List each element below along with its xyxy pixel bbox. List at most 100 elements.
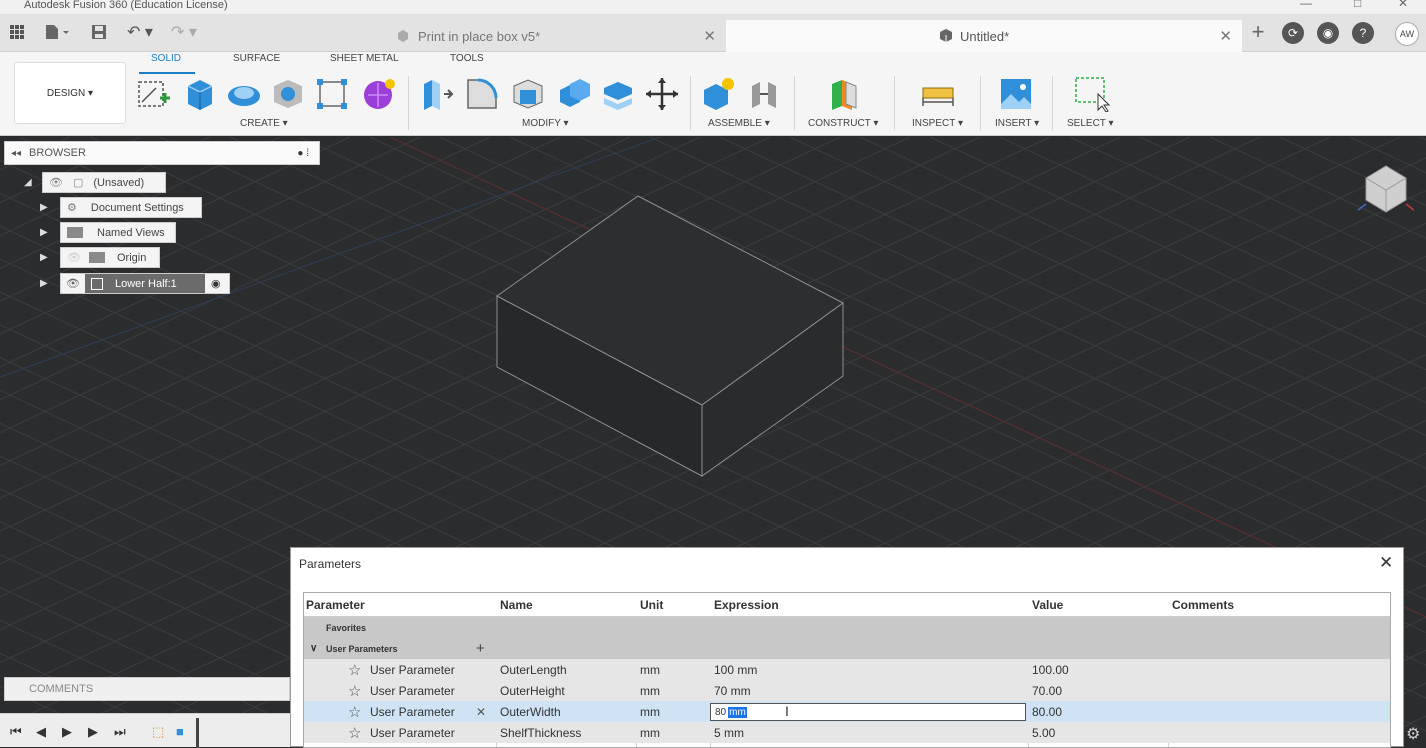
tab-solid[interactable]: SOLID xyxy=(151,53,181,64)
app-grid-icon[interactable] xyxy=(6,20,28,44)
expand-arrow-icon[interactable]: ▶ xyxy=(40,202,48,213)
timeline-marker[interactable] xyxy=(196,718,199,748)
collapse-browser-icon[interactable]: ◂◂ xyxy=(11,148,21,159)
visibility-eye-icon[interactable]: 👁 xyxy=(49,176,63,189)
visibility-eye-icon[interactable]: 👁 xyxy=(67,251,81,264)
go-to-start-icon[interactable]: ⏮ xyxy=(10,724,22,740)
offset-plane-icon[interactable] xyxy=(826,76,862,112)
notifications-icon[interactable]: ◉ xyxy=(1317,22,1339,44)
expand-arrow-icon[interactable]: ▶ xyxy=(40,278,48,289)
timeline-settings-gear-icon[interactable]: ⚙ xyxy=(1406,724,1420,744)
parameter-expression[interactable]: 5 mm xyxy=(714,722,744,743)
file-menu-icon[interactable] xyxy=(40,20,74,44)
tab-surface[interactable]: SURFACE xyxy=(233,53,280,64)
measure-icon[interactable] xyxy=(920,76,956,112)
browser-item-named-views[interactable]: Named Views xyxy=(60,222,176,243)
expand-arrow-icon[interactable]: ◢ xyxy=(24,177,32,188)
press-pull-icon[interactable] xyxy=(418,76,454,112)
tab-sheet-metal[interactable]: SHEET METAL xyxy=(330,53,399,64)
play-icon[interactable]: ▶ xyxy=(62,724,72,740)
parameter-unit[interactable]: mm xyxy=(640,680,660,701)
save-icon[interactable] xyxy=(88,20,110,44)
help-icon[interactable]: ? xyxy=(1352,22,1374,44)
close-window-icon[interactable]: ✕ xyxy=(1398,0,1408,9)
revolve-icon[interactable] xyxy=(226,76,262,112)
comments-panel[interactable]: COMMENTS xyxy=(4,677,290,701)
browser-root-item[interactable]: 👁 ▢ (Unsaved) xyxy=(42,172,166,193)
construct-group-label[interactable]: CONSTRUCT ▾ xyxy=(808,118,878,129)
tab-tools[interactable]: TOOLS xyxy=(450,53,484,64)
table-row[interactable]: ☆ User Parameter OuterHeight mm 70 mm 70… xyxy=(304,680,1390,701)
assemble-group-label[interactable]: ASSEMBLE ▾ xyxy=(708,118,770,129)
extrude-icon[interactable] xyxy=(180,76,216,112)
visibility-eye-icon[interactable]: 👁 xyxy=(61,277,85,290)
job-status-icon[interactable]: ⟳ xyxy=(1282,22,1304,44)
step-forward-icon[interactable]: ▶ xyxy=(88,724,98,740)
favorite-star-icon[interactable]: ☆ xyxy=(348,722,361,743)
fillet-icon[interactable] xyxy=(464,76,500,112)
user-parameters-group-row[interactable]: ∨ User Parameters + xyxy=(304,638,1390,659)
tab-print-in-place-box[interactable]: Print in place box v5* ✕ xyxy=(384,20,726,52)
table-row-selected[interactable]: ☆ User Parameter ✕ OuterWidth mm 80 mm I … xyxy=(304,701,1390,722)
new-component-icon[interactable] xyxy=(700,76,736,112)
parameter-unit[interactable]: mm xyxy=(640,659,660,680)
close-tab-icon[interactable]: ✕ xyxy=(703,27,716,45)
add-parameter-icon[interactable]: + xyxy=(476,638,485,659)
activate-component-icon[interactable]: ◉ xyxy=(211,277,221,290)
browser-item-lower-half[interactable]: 👁 Lower Half:1 ◉ xyxy=(60,273,230,294)
new-tab-icon[interactable]: + xyxy=(1246,19,1270,44)
column-header[interactable]: Expression xyxy=(714,593,779,616)
minimize-icon[interactable]: — xyxy=(1300,0,1312,9)
hole-icon[interactable] xyxy=(270,76,306,112)
browser-item-document-settings[interactable]: ⚙ Document Settings xyxy=(60,197,202,218)
close-tab-icon[interactable]: ✕ xyxy=(1219,27,1232,45)
inspect-group-label[interactable]: INSPECT ▾ xyxy=(912,118,963,129)
maximize-icon[interactable]: □ xyxy=(1354,0,1361,9)
joint-icon[interactable] xyxy=(746,76,782,112)
delete-parameter-icon[interactable]: ✕ xyxy=(476,701,486,722)
table-row[interactable]: ☆ User Parameter OuterLength mm 100 mm 1… xyxy=(304,659,1390,680)
go-to-end-icon[interactable]: ⏭ xyxy=(114,724,126,740)
modify-group-label[interactable]: MODIFY ▾ xyxy=(522,118,569,129)
browser-panel-header[interactable]: ◂◂ BROWSER ● ⁞ xyxy=(4,141,320,165)
create-sketch-icon[interactable] xyxy=(136,76,172,112)
favorite-star-icon[interactable]: ☆ xyxy=(348,659,361,680)
undo-icon[interactable]: ↶ ▾ xyxy=(122,20,158,44)
favorites-group-row[interactable]: Favorites xyxy=(304,617,1390,638)
shell-icon[interactable] xyxy=(510,76,546,112)
redo-icon[interactable]: ↷ ▾ xyxy=(166,20,202,44)
close-dialog-icon[interactable]: ✕ xyxy=(1379,553,1393,573)
column-header[interactable]: Comments xyxy=(1172,593,1234,616)
column-header[interactable]: Parameter xyxy=(306,593,365,616)
workspace-switcher[interactable]: DESIGN ▾ xyxy=(14,62,126,124)
step-back-icon[interactable]: ◀ xyxy=(36,724,46,740)
view-cube[interactable] xyxy=(1357,160,1415,216)
form-icon[interactable] xyxy=(360,76,396,112)
parameter-expression[interactable]: 100 mm xyxy=(714,659,757,680)
timeline-extrude-feature-icon[interactable]: ■ xyxy=(176,724,184,739)
collapse-chevron-icon[interactable]: ∨ xyxy=(310,638,317,659)
offset-face-icon[interactable] xyxy=(600,76,636,112)
favorite-star-icon[interactable]: ☆ xyxy=(348,701,361,722)
combine-icon[interactable] xyxy=(556,76,592,112)
user-avatar[interactable]: AW xyxy=(1395,22,1419,46)
tab-untitled[interactable]: Untitled* ✕ xyxy=(726,20,1242,52)
parameter-expression[interactable]: 70 mm xyxy=(714,680,751,701)
column-header[interactable]: Name xyxy=(500,593,533,616)
insert-image-icon[interactable] xyxy=(998,76,1034,112)
move-copy-icon[interactable] xyxy=(644,76,680,112)
expand-arrow-icon[interactable]: ▶ xyxy=(40,252,48,263)
parameter-unit[interactable]: mm xyxy=(640,722,660,743)
rectangular-pattern-icon[interactable] xyxy=(314,76,350,112)
insert-group-label[interactable]: INSERT ▾ xyxy=(995,118,1039,129)
select-icon[interactable] xyxy=(1074,76,1111,113)
column-header[interactable]: Value xyxy=(1032,593,1063,616)
favorite-star-icon[interactable]: ☆ xyxy=(348,680,361,701)
browser-item-origin[interactable]: 👁 Origin xyxy=(60,247,160,268)
timeline-sketch-feature-icon[interactable]: ⬚ xyxy=(152,724,164,740)
expand-arrow-icon[interactable]: ▶ xyxy=(40,227,48,238)
table-row[interactable]: ☆ User Parameter ShelfThickness mm 5 mm … xyxy=(304,722,1390,743)
box-body[interactable] xyxy=(496,195,844,477)
create-group-label[interactable]: CREATE ▾ xyxy=(240,118,288,129)
column-header[interactable]: Unit xyxy=(640,593,663,616)
